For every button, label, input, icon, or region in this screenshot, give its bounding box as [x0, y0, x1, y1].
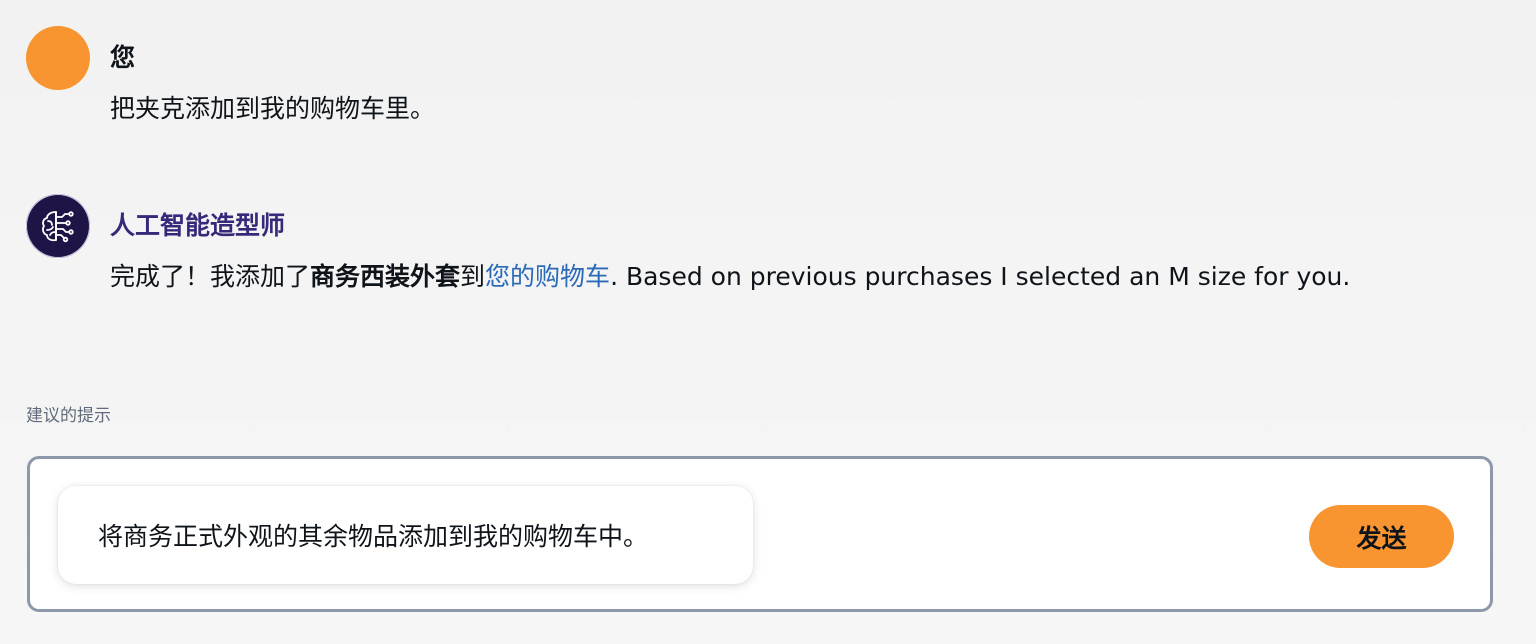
user-avatar [26, 26, 90, 90]
ai-message: 人工智能造型师 完成了！我添加了商务西装外套到您的购物车. Based on p… [26, 194, 1350, 294]
user-sender-name: 您 [110, 43, 136, 72]
user-message-text: 把夹克添加到我的购物车里。 [110, 94, 436, 123]
user-message: 您 把夹克添加到我的购物车里。 [26, 26, 435, 126]
ai-avatar [26, 194, 90, 258]
ai-message-text: 完成了！我添加了商务西装外套到您的购物车. Based on previous … [110, 260, 1350, 294]
ai-sender-name: 人工智能造型师 [110, 211, 286, 240]
product-name: 商务西装外套 [310, 262, 461, 291]
send-button[interactable]: 发送 [1309, 505, 1454, 568]
cart-link[interactable]: 您的购物车 [485, 262, 610, 291]
ai-brain-circuit-icon [42, 211, 74, 243]
suggested-prompt-chip[interactable]: 将商务正式外观的其余物品添加到我的购物车中。 [58, 486, 753, 584]
ai-message-body: 人工智能造型师 完成了！我添加了商务西装外套到您的购物车. Based on p… [110, 194, 1350, 294]
suggested-prompts-box: 将商务正式外观的其余物品添加到我的购物车中。 发送 [27, 456, 1493, 612]
ai-text-to: 到 [460, 262, 486, 291]
ai-text-suffix: . Based on previous purchases I selected… [610, 262, 1351, 291]
ai-text-prefix: 完成了！我添加了 [110, 262, 311, 291]
suggested-prompts-label: 建议的提示 [26, 406, 111, 426]
user-message-body: 您 把夹克添加到我的购物车里。 [110, 26, 435, 126]
